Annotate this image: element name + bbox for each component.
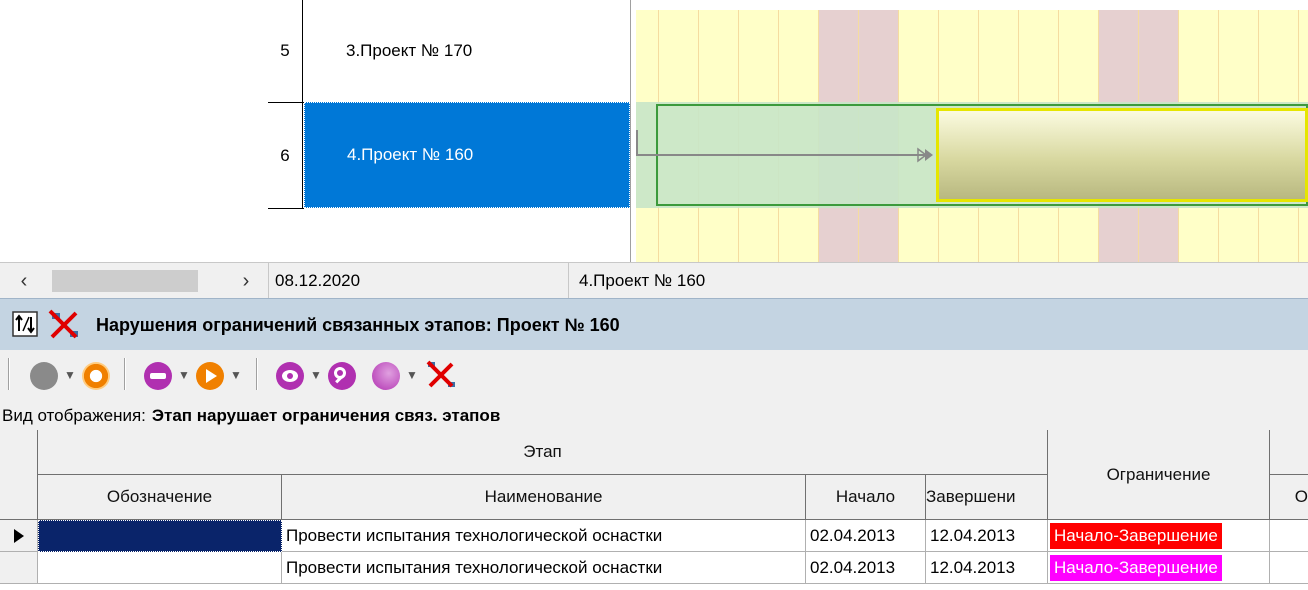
column-header-name[interactable]: Наименование bbox=[282, 475, 806, 520]
chevron-down-icon[interactable]: ▼ bbox=[178, 368, 190, 382]
row-indicator[interactable] bbox=[0, 552, 38, 584]
constraint-cell[interactable]: Начало-Завершение bbox=[1048, 520, 1270, 552]
designation-cell[interactable] bbox=[38, 520, 282, 552]
play-icon[interactable] bbox=[196, 362, 224, 390]
stop-icon[interactable] bbox=[30, 362, 58, 390]
status-bar: ‹ › 08.12.2020 4.Проект № 160 bbox=[0, 262, 1308, 299]
panel-title: Нарушения ограничений связанных этапов: … bbox=[96, 315, 620, 335]
gantt-left-pane bbox=[0, 0, 268, 262]
constraint-badge: Начало-Завершение bbox=[1050, 554, 1222, 581]
task-bar[interactable] bbox=[936, 108, 1308, 202]
find-icon[interactable] bbox=[328, 362, 356, 390]
column-group-header-right bbox=[1270, 430, 1308, 475]
toolbar-separator bbox=[8, 358, 10, 390]
dependency-link-line bbox=[636, 154, 926, 156]
dependency-arrow-icon bbox=[917, 147, 933, 163]
column-header-end[interactable]: Завершени bbox=[926, 475, 1048, 520]
chevron-down-icon[interactable]: ▼ bbox=[64, 368, 76, 382]
delete-link-icon[interactable] bbox=[422, 358, 462, 392]
refresh-icon[interactable] bbox=[82, 362, 110, 390]
print-icon[interactable] bbox=[144, 362, 172, 390]
sort-toggle-icon[interactable] bbox=[12, 311, 38, 337]
constraint-badge: Начало-Завершение bbox=[1050, 522, 1222, 549]
view-mode-value[interactable]: Этап нарушает ограничения связ. этапов bbox=[152, 406, 500, 426]
column-header-designation[interactable]: Обозначение bbox=[38, 475, 282, 520]
start-cell[interactable]: 02.04.2013 bbox=[806, 552, 926, 584]
constraint-cell[interactable]: Начало-Завершение bbox=[1048, 552, 1270, 584]
toolbar: ▼ ▼ ▼ ▼ ▼ bbox=[0, 350, 1308, 402]
view-mode-row: Вид отображения: Этап нарушает ограничен… bbox=[2, 402, 1302, 430]
gantt-view: 5 6 3.Проект № 170 4.Проект № 160 bbox=[0, 0, 1308, 262]
name-cell[interactable]: Провести испытания технологической оснас… bbox=[282, 520, 806, 552]
scroll-left-icon[interactable]: ‹ bbox=[4, 267, 44, 295]
row-indicator-header bbox=[0, 430, 38, 520]
delete-link-icon[interactable] bbox=[42, 309, 88, 341]
status-selected-task: 4.Проект № 160 bbox=[568, 263, 968, 299]
column-header-partial[interactable]: О bbox=[1270, 475, 1308, 520]
task-row-name-selected[interactable]: 4.Проект № 160 bbox=[304, 102, 630, 208]
row-number[interactable]: 6 bbox=[268, 103, 303, 208]
column-header-start[interactable]: Начало bbox=[806, 475, 926, 520]
extra-cell[interactable] bbox=[1270, 520, 1308, 552]
extra-cell[interactable] bbox=[1270, 552, 1308, 584]
toolbar-separator bbox=[256, 358, 258, 390]
view-icon[interactable] bbox=[276, 362, 304, 390]
toolbar-separator bbox=[124, 358, 126, 390]
row-indicator[interactable] bbox=[0, 520, 38, 552]
current-row-arrow-icon bbox=[13, 528, 24, 543]
view-mode-label: Вид отображения: bbox=[2, 406, 146, 425]
end-cell[interactable]: 12.04.2013 bbox=[926, 520, 1048, 552]
row-number[interactable]: 5 bbox=[268, 0, 303, 102]
start-cell[interactable]: 02.04.2013 bbox=[806, 520, 926, 552]
gantt-chart[interactable] bbox=[636, 0, 1308, 262]
designation-cell[interactable] bbox=[38, 552, 282, 584]
chevron-down-icon[interactable]: ▼ bbox=[406, 368, 418, 382]
task-row-name[interactable]: 3.Проект № 170 bbox=[304, 0, 630, 102]
row-separator bbox=[268, 208, 304, 209]
column-group-header[interactable]: Этап bbox=[38, 430, 1048, 475]
horizontal-scrollbar[interactable]: ‹ › bbox=[4, 267, 266, 295]
panel-header: Нарушения ограничений связанных этапов: … bbox=[0, 298, 1308, 351]
constraint-grid: Этап Ограничение О Обозначение Наименова… bbox=[0, 430, 1308, 590]
chevron-down-icon[interactable]: ▼ bbox=[310, 368, 322, 382]
chart-header-strip bbox=[636, 0, 1308, 10]
column-header-constraint[interactable]: Ограничение bbox=[1048, 430, 1270, 520]
dependency-link-line bbox=[636, 130, 638, 154]
globe-icon[interactable] bbox=[372, 362, 400, 390]
status-date: 08.12.2020 bbox=[268, 263, 568, 299]
scroll-thumb[interactable] bbox=[52, 270, 198, 292]
chevron-down-icon[interactable]: ▼ bbox=[230, 368, 242, 382]
end-cell[interactable]: 12.04.2013 bbox=[926, 552, 1048, 584]
task-name-column: 3.Проект № 170 4.Проект № 160 bbox=[304, 0, 630, 262]
name-cell[interactable]: Провести испытания технологической оснас… bbox=[282, 552, 806, 584]
row-number-column: 5 6 bbox=[268, 0, 304, 262]
scroll-right-icon[interactable]: › bbox=[226, 267, 266, 295]
